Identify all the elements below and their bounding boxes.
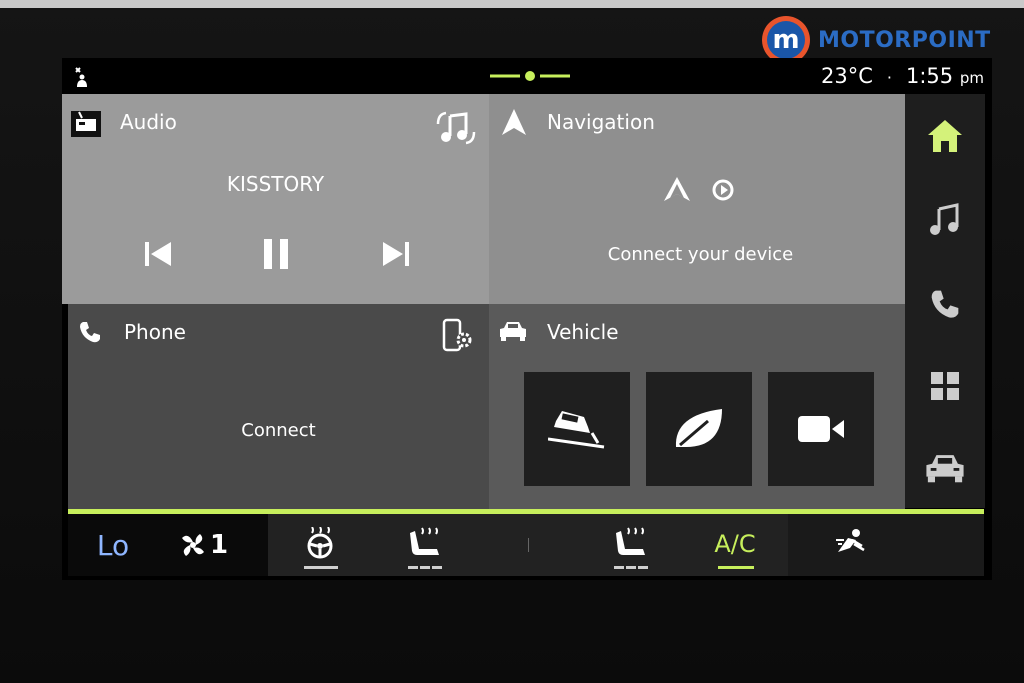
- air-direction-button[interactable]: [830, 526, 870, 558]
- fan-level: 1: [209, 530, 229, 560]
- heated-steering-wheel-button[interactable]: [300, 526, 340, 560]
- heated-seat-driver-level-1: [408, 566, 418, 569]
- car-icon: [500, 322, 526, 341]
- heated-seat-right-icon: [616, 527, 645, 555]
- audio-tile[interactable]: Audio KISSTORY: [62, 94, 489, 304]
- clock: 1:55 pm: [906, 64, 984, 88]
- page-indicator: [490, 71, 570, 81]
- climate-separator: [528, 538, 529, 552]
- outside-temperature: 23°C: [821, 64, 873, 88]
- rail-home[interactable]: [905, 106, 985, 166]
- heated-seat-passenger-level-2: [626, 566, 636, 569]
- rail-phone[interactable]: [905, 274, 985, 334]
- phone-connect-text: Connect: [241, 420, 316, 441]
- android-auto-icon: [664, 177, 690, 201]
- apps-grid-icon: [931, 372, 959, 400]
- radio-icon: [71, 111, 101, 137]
- vehicle-tile[interactable]: Vehicle: [489, 304, 905, 510]
- phone-icon: [80, 322, 100, 343]
- brand-logo-text: MOTORPOINT: [818, 27, 991, 53]
- ac-button[interactable]: A/C: [710, 528, 760, 560]
- previous-icon: [145, 242, 171, 266]
- station-name: KISSTORY: [226, 172, 325, 196]
- previous-track-button[interactable]: [138, 234, 178, 274]
- fan-icon: [181, 534, 204, 556]
- home-icon: [928, 120, 962, 152]
- camera-icon: [798, 416, 844, 442]
- carplay-icon: [712, 179, 734, 201]
- camera-button[interactable]: [768, 372, 874, 486]
- brand-logo-circle: m: [762, 16, 810, 64]
- heated-steering-wheel-level: [304, 566, 338, 569]
- hill-descent-button[interactable]: [524, 372, 630, 486]
- heated-seat-passenger-level-1: [614, 566, 624, 569]
- phone-settings-icon[interactable]: [442, 318, 476, 354]
- air-direction-icon: [836, 529, 865, 552]
- car-icon: [926, 455, 964, 483]
- side-navigation-rail: [905, 94, 985, 508]
- music-icon: [930, 203, 959, 235]
- navigation-title: Navigation: [547, 110, 655, 134]
- climate-right-zone: [788, 514, 984, 576]
- connect-device-text: Connect your device: [607, 244, 794, 265]
- rail-music[interactable]: [905, 189, 985, 249]
- status-separator: ·: [886, 68, 892, 87]
- pause-button[interactable]: [256, 234, 296, 274]
- phone-icon: [931, 290, 959, 318]
- status-readout: 23°C · 1:55 pm: [821, 64, 984, 88]
- music-source-switch-icon[interactable]: [436, 110, 476, 146]
- phone-title: Phone: [124, 320, 186, 344]
- fan-speed-control[interactable]: 1: [178, 528, 230, 562]
- clock-time: 1:55: [906, 64, 954, 88]
- audio-title: Audio: [120, 110, 177, 134]
- phone-tile[interactable]: Phone Connect: [68, 304, 489, 510]
- heated-seat-driver-button[interactable]: [406, 526, 446, 560]
- temperature-setting[interactable]: Lo: [88, 528, 138, 562]
- brand-logo-initial: m: [767, 21, 805, 59]
- leaf-icon: [675, 409, 722, 447]
- pause-icon: [264, 239, 288, 269]
- rail-vehicle[interactable]: [905, 438, 985, 498]
- hill-descent-icon: [548, 411, 605, 449]
- heated-steering-wheel-icon: [307, 527, 333, 559]
- heated-seat-driver-level-2: [420, 566, 430, 569]
- next-icon: [383, 242, 409, 266]
- clock-ampm: pm: [959, 69, 984, 87]
- vehicle-title: Vehicle: [547, 320, 619, 344]
- heated-seat-passenger-button[interactable]: [612, 526, 652, 560]
- next-track-button[interactable]: [376, 234, 416, 274]
- eco-mode-button[interactable]: [646, 372, 752, 486]
- heated-seat-driver-level-3: [432, 566, 442, 569]
- navigation-tile[interactable]: Navigation Connect your device: [489, 94, 912, 304]
- rail-apps[interactable]: [905, 356, 985, 416]
- passenger-airbag-off-icon: [75, 67, 87, 87]
- ac-active-indicator: [718, 566, 754, 569]
- navigation-arrow-icon: [502, 109, 526, 135]
- climate-bar: Lo 1 A/C: [68, 514, 984, 576]
- bezel-top-edge: [0, 0, 1024, 8]
- heated-seat-left-icon: [410, 527, 439, 555]
- heated-seat-passenger-level-3: [638, 566, 648, 569]
